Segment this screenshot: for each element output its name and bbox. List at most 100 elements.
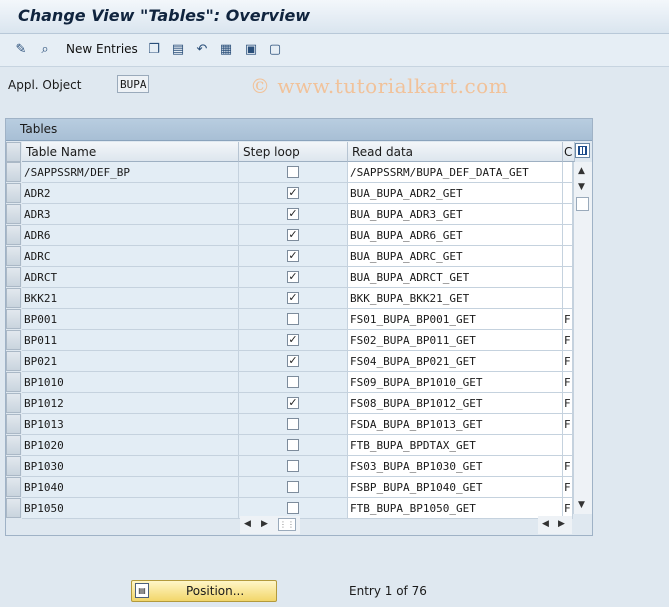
c-cell[interactable] — [563, 183, 573, 204]
column-header-table-name[interactable]: Table Name — [22, 142, 239, 162]
c-cell[interactable] — [563, 225, 573, 246]
table-name-cell[interactable]: /SAPPSSRM/DEF_BP — [22, 162, 239, 183]
step-loop-checkbox[interactable] — [287, 313, 299, 325]
horizontal-scroll-thumb[interactable]: ⋮⋮ — [278, 518, 296, 531]
row-selector-button[interactable] — [6, 477, 21, 497]
row-selector-button[interactable] — [6, 372, 21, 392]
read-data-cell[interactable]: FTB_BUPA_BP1050_GET — [348, 498, 563, 519]
scroll-down-icon[interactable]: ▼ — [578, 500, 585, 510]
read-data-cell[interactable]: BKK_BUPA_BKK21_GET — [348, 288, 563, 309]
row-selector-button[interactable] — [6, 498, 21, 518]
read-data-cell[interactable]: FS08_BUPA_BP1012_GET — [348, 393, 563, 414]
find-icon[interactable]: ⌕ — [37, 42, 53, 58]
edit-glasses-icon[interactable]: ✎ — [13, 42, 29, 58]
step-loop-checkbox[interactable] — [287, 418, 299, 430]
table-name-cell[interactable]: BP1010 — [22, 372, 239, 393]
table-name-cell[interactable]: BP1013 — [22, 414, 239, 435]
read-data-cell[interactable]: FSDA_BUPA_BP1013_GET — [348, 414, 563, 435]
read-data-cell[interactable]: FS01_BUPA_BP001_GET — [348, 309, 563, 330]
vertical-scrollbar[interactable]: ▲ ▼ ▼ — [573, 162, 592, 514]
row-selector-button[interactable] — [6, 435, 21, 455]
new-entries-button[interactable]: New Entries — [66, 42, 138, 56]
read-data-cell[interactable]: BUA_BUPA_ADRCT_GET — [348, 267, 563, 288]
row-selector-button[interactable] — [6, 456, 21, 476]
scroll-down-small-icon[interactable]: ▼ — [578, 182, 585, 192]
read-data-cell[interactable]: BUA_BUPA_ADRC_GET — [348, 246, 563, 267]
table-name-cell[interactable]: BP1030 — [22, 456, 239, 477]
copy-icon[interactable]: ❐ — [146, 42, 162, 58]
c-cell[interactable]: F — [563, 309, 573, 330]
row-selector-button[interactable] — [6, 225, 21, 245]
table-name-cell[interactable]: BP021 — [22, 351, 239, 372]
scroll-right-right-pane-icon[interactable]: ▶ — [558, 519, 565, 529]
c-cell[interactable] — [563, 267, 573, 288]
table-name-cell[interactable]: BP1040 — [22, 477, 239, 498]
select-all-rows-button[interactable] — [6, 142, 21, 162]
c-cell[interactable]: F — [563, 393, 573, 414]
read-data-cell[interactable]: BUA_BUPA_ADR6_GET — [348, 225, 563, 246]
step-loop-checkbox[interactable]: ✓ — [287, 292, 299, 304]
step-loop-checkbox[interactable] — [287, 460, 299, 472]
column-header-read-data[interactable]: Read data — [348, 142, 563, 162]
appl-object-field[interactable]: BUPA — [117, 75, 149, 93]
step-loop-checkbox[interactable]: ✓ — [287, 397, 299, 409]
horizontal-scrollbar-left[interactable]: ◀ ▶ ⋮⋮ — [240, 516, 300, 534]
table-name-cell[interactable]: ADRC — [22, 246, 239, 267]
table-name-cell[interactable]: BP001 — [22, 309, 239, 330]
c-cell[interactable] — [563, 246, 573, 267]
table-name-cell[interactable]: ADR3 — [22, 204, 239, 225]
read-data-cell[interactable]: BUA_BUPA_ADR3_GET — [348, 204, 563, 225]
row-selector-button[interactable] — [6, 309, 21, 329]
scroll-left-icon[interactable]: ◀ — [244, 519, 251, 529]
step-loop-checkbox[interactable] — [287, 166, 299, 178]
step-loop-checkbox[interactable] — [287, 376, 299, 388]
read-data-cell[interactable]: FS04_BUPA_BP021_GET — [348, 351, 563, 372]
c-cell[interactable]: F — [563, 477, 573, 498]
row-selector-button[interactable] — [6, 246, 21, 266]
step-loop-checkbox[interactable]: ✓ — [287, 271, 299, 283]
row-selector-button[interactable] — [6, 204, 21, 224]
row-selector-button[interactable] — [6, 183, 21, 203]
column-header-c[interactable]: C — [563, 142, 575, 162]
table-name-cell[interactable]: BP011 — [22, 330, 239, 351]
row-selector-button[interactable] — [6, 267, 21, 287]
read-data-cell[interactable]: BUA_BUPA_ADR2_GET — [348, 183, 563, 204]
select-block-icon[interactable]: ▣ — [243, 42, 259, 58]
scroll-up-icon[interactable]: ▲ — [578, 166, 585, 176]
read-data-cell[interactable]: FS09_BUPA_BP1010_GET — [348, 372, 563, 393]
row-selector-button[interactable] — [6, 351, 21, 371]
select-all-icon[interactable]: ▦ — [218, 42, 234, 58]
column-header-step-loop[interactable]: Step loop — [239, 142, 348, 162]
read-data-cell[interactable]: FTB_BUPA_BPDTAX_GET — [348, 435, 563, 456]
read-data-cell[interactable]: FSBP_BUPA_BP1040_GET — [348, 477, 563, 498]
c-cell[interactable] — [563, 435, 573, 456]
c-cell[interactable]: F — [563, 456, 573, 477]
read-data-cell[interactable]: FS03_BUPA_BP1030_GET — [348, 456, 563, 477]
step-loop-checkbox[interactable] — [287, 439, 299, 451]
column-settings-icon[interactable] — [575, 143, 590, 158]
step-loop-checkbox[interactable]: ✓ — [287, 208, 299, 220]
read-data-cell[interactable]: FS02_BUPA_BP011_GET — [348, 330, 563, 351]
step-loop-checkbox[interactable]: ✓ — [287, 229, 299, 241]
c-cell[interactable]: F — [563, 372, 573, 393]
scroll-left-right-pane-icon[interactable]: ◀ — [542, 519, 549, 529]
row-selector-button[interactable] — [6, 162, 21, 182]
table-name-cell[interactable]: BP1012 — [22, 393, 239, 414]
scroll-right-icon[interactable]: ▶ — [261, 519, 268, 529]
step-loop-checkbox[interactable] — [287, 502, 299, 514]
deselect-all-icon[interactable]: ▢ — [267, 42, 283, 58]
row-selector-button[interactable] — [6, 393, 21, 413]
undo-icon[interactable]: ↶ — [194, 42, 210, 58]
c-cell[interactable] — [563, 204, 573, 225]
table-name-cell[interactable]: BP1020 — [22, 435, 239, 456]
c-cell[interactable]: F — [563, 351, 573, 372]
vertical-scroll-thumb[interactable] — [576, 197, 589, 211]
table-name-cell[interactable]: ADR2 — [22, 183, 239, 204]
table-name-cell[interactable]: ADRCT — [22, 267, 239, 288]
step-loop-checkbox[interactable]: ✓ — [287, 250, 299, 262]
table-name-cell[interactable]: ADR6 — [22, 225, 239, 246]
table-name-cell[interactable]: BP1050 — [22, 498, 239, 519]
table-name-cell[interactable]: BKK21 — [22, 288, 239, 309]
row-selector-button[interactable] — [6, 330, 21, 350]
row-selector-button[interactable] — [6, 414, 21, 434]
